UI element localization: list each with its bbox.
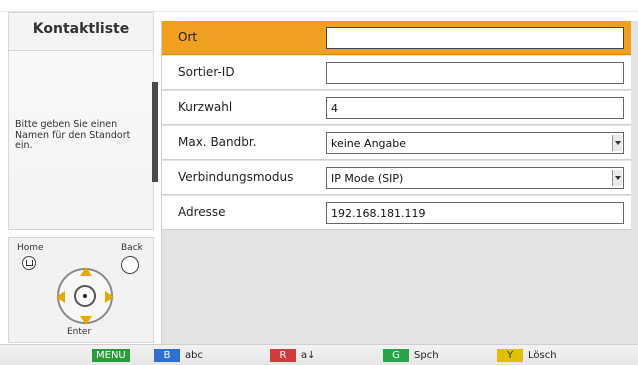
verbindungsmodus-select[interactable]: IP Mode (SIP)	[326, 167, 624, 189]
back-label: Back	[121, 243, 143, 253]
blue-key-chip: B	[154, 349, 180, 362]
form-row-adresse[interactable]: Adresse 192.168.181.119	[162, 196, 638, 230]
field-label: Ort	[162, 21, 317, 55]
form-row-verbindungsmodus[interactable]: Verbindungsmodus IP Mode (SIP)	[162, 161, 638, 195]
sortier-id-input[interactable]	[326, 62, 624, 84]
arrow-up-icon[interactable]	[80, 267, 92, 276]
field-label: Verbindungsmodus	[162, 161, 317, 195]
chevron-down-icon[interactable]	[612, 135, 622, 151]
back-button-icon[interactable]	[121, 256, 139, 274]
red-key-label: a↓	[301, 350, 316, 361]
field-label: Kurzwahl	[162, 91, 317, 125]
yellow-key-label: Lösch	[528, 350, 557, 361]
select-value: IP Mode (SIP)	[331, 172, 404, 185]
function-key-bar: MENU Babc Ra↓ G Spch Y Lösch	[0, 344, 638, 365]
form-row-kurzwahl[interactable]: Kurzwahl 4	[162, 91, 638, 125]
dpad-icon[interactable]	[56, 267, 114, 325]
field-label: Adresse	[162, 196, 317, 230]
field-label: Max. Bandbr.	[162, 126, 317, 160]
yellow-key[interactable]: Y Lösch	[497, 349, 557, 363]
arrow-left-icon[interactable]	[56, 291, 65, 303]
enter-label: Enter	[67, 327, 92, 337]
field-label: Sortier-ID	[162, 56, 317, 90]
kurzwahl-input[interactable]: 4	[326, 97, 624, 119]
red-key[interactable]: Ra↓	[270, 349, 316, 363]
remote-navigation: Home Back Enter	[8, 237, 154, 343]
adresse-input[interactable]: 192.168.181.119	[326, 202, 624, 224]
chevron-down-icon[interactable]	[612, 170, 622, 186]
menu-key[interactable]: MENU	[92, 349, 130, 363]
home-icon[interactable]	[22, 256, 36, 270]
red-key-chip: R	[270, 349, 296, 362]
blue-key-label: abc	[185, 350, 203, 361]
info-panel-header: Kontaktliste	[9, 13, 153, 51]
home-label: Home	[17, 243, 44, 253]
contact-form: Ort Sortier-ID Kurzwahl 4 Max. Bandbr. k…	[161, 21, 638, 344]
info-panel: Kontaktliste Bitte geben Sie einen Namen…	[8, 12, 154, 230]
enter-button-icon[interactable]	[74, 285, 96, 307]
yellow-key-chip: Y	[497, 349, 523, 362]
arrow-right-icon[interactable]	[105, 291, 114, 303]
panel-scrollbar[interactable]	[152, 82, 158, 182]
blue-key[interactable]: Babc	[154, 349, 203, 363]
form-row-sortier-id[interactable]: Sortier-ID	[162, 56, 638, 90]
form-row-max-bandbreite[interactable]: Max. Bandbr. keine Angabe	[162, 126, 638, 160]
help-text: Bitte geben Sie einen Namen für den Stan…	[15, 119, 131, 151]
green-key-chip: G	[383, 349, 409, 362]
max-bandbreite-select[interactable]: keine Angabe	[326, 132, 624, 154]
top-rule	[0, 0, 638, 12]
ort-input[interactable]	[326, 27, 624, 49]
menu-key-chip: MENU	[92, 349, 130, 362]
panel-title: Kontaktliste	[32, 21, 130, 37]
form-row-ort[interactable]: Ort	[162, 21, 638, 55]
green-key-label: Spch	[414, 350, 439, 361]
green-key[interactable]: G Spch	[383, 349, 439, 363]
select-value: keine Angabe	[331, 137, 407, 150]
arrow-down-icon[interactable]	[80, 316, 92, 325]
